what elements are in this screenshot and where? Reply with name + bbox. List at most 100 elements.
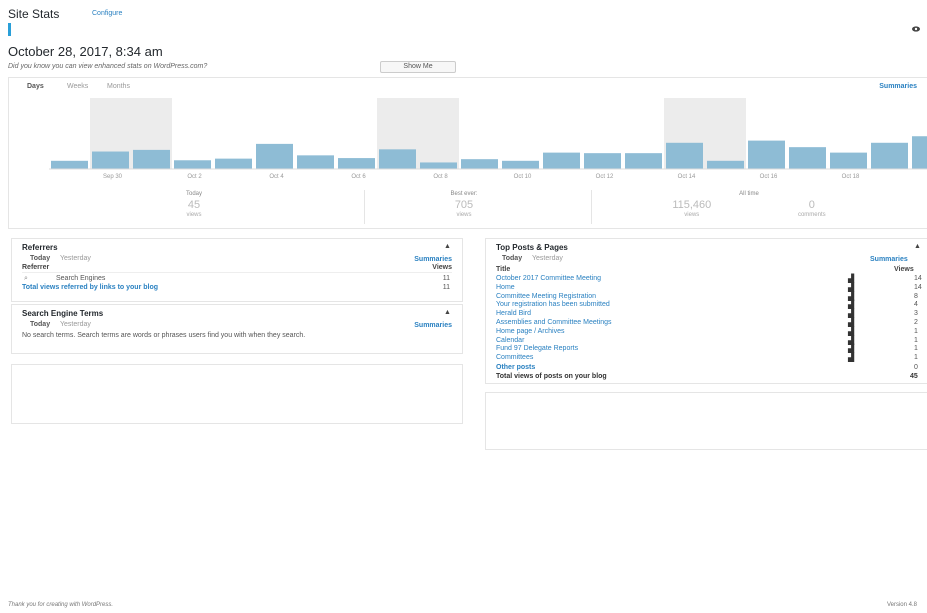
date-heading: October 28, 2017, 8:34 am: [8, 44, 163, 59]
chart-bar[interactable]: [215, 158, 252, 169]
chart-bar[interactable]: [92, 151, 129, 169]
chart-bar[interactable]: [584, 153, 621, 169]
post-stats-icon[interactable]: ▟: [848, 274, 854, 283]
x-tick-label: Oct 10: [514, 174, 532, 180]
search-terms-tab-yesterday[interactable]: Yesterday: [60, 321, 91, 328]
post-views: 1: [914, 354, 918, 362]
post-stats-icon[interactable]: ▟: [848, 353, 854, 362]
stat-alltime-comments-unit: comments: [797, 212, 826, 218]
post-title-link[interactable]: October 2017 Committee Meeting: [496, 275, 601, 282]
total-referred-views: 11: [442, 284, 450, 291]
post-title-link[interactable]: Home page / Archives: [496, 328, 564, 335]
post-stats-icon[interactable]: ▟: [848, 283, 854, 292]
chart-bar[interactable]: [707, 160, 744, 169]
x-tick-label: Oct 2: [187, 174, 202, 180]
other-posts-views: 0: [914, 364, 918, 371]
post-stats-icon[interactable]: ▟: [848, 309, 854, 318]
x-tick-label: Oct 18: [842, 174, 860, 180]
chart-bar[interactable]: [174, 160, 211, 169]
referrers-tab-yesterday[interactable]: Yesterday: [60, 255, 91, 262]
referrer-col-head: Referrer: [22, 264, 50, 271]
x-tick-label: Oct 8: [433, 174, 448, 180]
chart-bar[interactable]: [133, 149, 170, 169]
post-title-link[interactable]: Assemblies and Committee Meetings: [496, 319, 612, 326]
divider: [22, 272, 452, 273]
chart-bar[interactable]: [871, 142, 908, 169]
top-posts-title: Top Posts & Pages: [496, 243, 568, 252]
footer-version: Version 4.8: [886, 602, 917, 608]
search-terms-summaries-link[interactable]: Summaries: [414, 322, 452, 329]
chart-bar[interactable]: [379, 149, 416, 169]
x-tick-label: Sep 30: [103, 174, 123, 180]
stat-today-unit: views: [186, 212, 202, 218]
search-terms-tab-today[interactable]: Today: [30, 321, 50, 328]
chart-bar[interactable]: [502, 160, 539, 169]
post-views: 8: [914, 292, 918, 300]
x-tick-label: Oct 6: [351, 174, 366, 180]
no-search-terms-note: No search terms. Search terms are words …: [22, 332, 306, 339]
search-terms-title: Search Engine Terms: [22, 309, 104, 318]
post-title-link[interactable]: Home: [496, 284, 515, 291]
top-posts-summaries-link[interactable]: Summaries: [870, 256, 908, 263]
other-posts-link[interactable]: Other posts: [496, 364, 535, 371]
stat-best-label: Best ever:: [450, 191, 478, 197]
empty-widget-box: [485, 392, 927, 450]
title-col-head: Title: [496, 266, 511, 273]
post-views: 2: [914, 319, 918, 326]
stat-alltime-comments: 0: [808, 199, 815, 211]
chart-bar[interactable]: [830, 152, 867, 169]
referrers-summaries-link[interactable]: Summaries: [414, 256, 452, 263]
post-views: 1: [914, 345, 918, 353]
referrer-row-views: 11: [442, 275, 450, 282]
total-posts-label: Total views of posts on your blog: [496, 373, 607, 380]
post-views: 4: [914, 301, 918, 309]
post-title-link[interactable]: Committee Meeting Registration: [496, 293, 596, 300]
post-title-link[interactable]: Calendar: [496, 337, 524, 344]
chart-bar[interactable]: [912, 136, 927, 169]
post-title-link[interactable]: Fund 97 Delegate Reports: [496, 345, 578, 352]
show-me-button[interactable]: Show Me: [380, 61, 456, 73]
post-views: 14: [914, 283, 922, 291]
stat-alltime-views: 115,460: [672, 199, 712, 211]
chart-bar[interactable]: [789, 147, 826, 169]
chart-bar[interactable]: [666, 142, 703, 169]
views-col-head: Views: [894, 266, 914, 273]
stat-best-value: 705: [454, 199, 474, 211]
eye-icon[interactable]: [912, 26, 920, 32]
collapse-caret-icon[interactable]: ▲: [444, 243, 451, 250]
configure-link[interactable]: Configure: [92, 10, 122, 17]
chart-bar[interactable]: [543, 152, 580, 169]
chart-bar[interactable]: [338, 158, 375, 169]
total-referred-link[interactable]: Total views referred by links to your bl…: [22, 284, 158, 291]
chart-bar[interactable]: [51, 160, 88, 169]
x-tick-label: Oct 14: [678, 174, 696, 180]
stat-alltime-views-unit: views: [684, 212, 700, 218]
views-bar-chart: Sep 30 Oct 2 Oct 4 Oct 6 Oct 8 Oct 10 Oct 12 Oc…: [49, 98, 927, 180]
chart-bar[interactable]: [256, 143, 293, 169]
referrers-tab-today[interactable]: Today: [30, 255, 50, 262]
post-title-link[interactable]: Herald Bird: [496, 310, 531, 317]
chart-bar[interactable]: [420, 162, 457, 169]
post-title-link[interactable]: Your registration has been submitted: [496, 301, 610, 308]
chart-bar[interactable]: [625, 153, 662, 169]
post-stats-icon[interactable]: ▟: [848, 318, 854, 327]
stat-divider: [591, 190, 592, 224]
stat-today-value: 45: [187, 199, 201, 211]
post-stats-icon[interactable]: ▟: [848, 327, 854, 336]
stat-best: Best ever: 705 views: [409, 191, 519, 218]
top-posts-box: Top Posts & Pages ▲ Today Yesterday Summ…: [485, 238, 927, 384]
post-title-link[interactable]: Committees: [496, 354, 533, 361]
chart-bar[interactable]: [748, 140, 785, 169]
referrers-box: Referrers ▲ Today Yesterday Summaries Re…: [11, 238, 463, 302]
stats-chart-panel: Days Weeks Months Summaries Sep 30 Oct 2O…: [8, 77, 927, 229]
top-posts-tab-today[interactable]: Today: [502, 255, 522, 262]
chart-bar[interactable]: [461, 159, 498, 169]
collapse-caret-icon[interactable]: ▲: [444, 309, 451, 316]
footer-thanks: Thank you for creating with WordPress.: [8, 602, 114, 608]
collapse-caret-icon[interactable]: ▲: [914, 243, 921, 250]
chart-bar[interactable]: [297, 155, 334, 169]
stat-today: Today 45 views: [139, 191, 249, 218]
enhanced-stats-note: Did you know you can view enhanced stats…: [8, 63, 208, 70]
stat-best-unit: views: [456, 212, 472, 218]
top-posts-tab-yesterday[interactable]: Yesterday: [532, 255, 563, 262]
